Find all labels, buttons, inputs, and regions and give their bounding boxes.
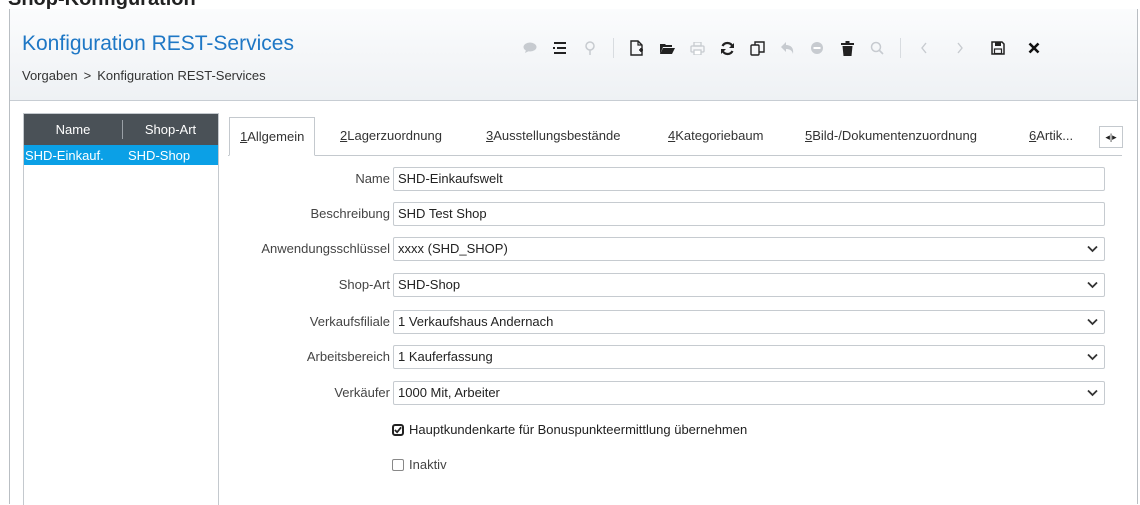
list-icon[interactable] (549, 37, 571, 59)
name-label: Name (355, 171, 390, 186)
checkbox-checked-icon (392, 423, 404, 436)
anwendungsschluessel-value: xxxx (SHD_SHOP) (398, 241, 508, 256)
refresh-icon[interactable] (716, 37, 738, 59)
column-header-shop-art[interactable]: Shop-Art (123, 114, 218, 145)
row-name: Name SHD-Einkaufswelt (228, 167, 1108, 191)
chevron-down-icon (1087, 315, 1098, 329)
tab-allgemein[interactable]: 1 Allgemein (229, 117, 316, 156)
save-icon[interactable] (987, 37, 1009, 59)
background-window-title: Shop-Konfiguration (0, 0, 1140, 9)
inaktiv-label: Inaktiv (409, 457, 447, 472)
page-header: Konfiguration REST-Services Vorgaben > Kon… (10, 9, 1137, 101)
tab-bar: 1 Allgemein 2 Lagerzuordnung 3 Ausstellu… (228, 117, 1123, 156)
column-header-name[interactable]: Name (24, 120, 123, 139)
verkaeufer-label: Verkäufer (334, 385, 390, 400)
verkaufsfiliale-value: 1 Verkaufshaus Andernach (398, 314, 554, 329)
breadcrumb-parent[interactable]: Vorgaben (22, 68, 78, 83)
tab-ausstellungsbestaende[interactable]: 3 Ausstellungsbestände (486, 117, 620, 154)
row-anwendungsschluessel: Anwendungsschlüssel xxxx (SHD_SHOP) (228, 237, 1108, 261)
verkaeufer-value: 1000 Mit, Arbeiter (398, 385, 500, 400)
shop-art-select[interactable]: SHD-Shop (393, 273, 1105, 297)
arbeitsbereich-value: 1 Kauferfassung (398, 349, 493, 364)
tab-bild-dokumentenzuordnung[interactable]: 5 Bild-/Dokumentenzuordnung (805, 117, 977, 154)
anwendungsschluessel-label: Anwendungsschlüssel (261, 241, 390, 256)
next-icon[interactable] (949, 37, 971, 59)
name-field[interactable]: SHD-Einkaufswelt (393, 167, 1105, 191)
comment-icon[interactable] (519, 37, 541, 59)
row-arbeitsbereich: Arbeitsbereich 1 Kauferfassung (228, 345, 1108, 369)
anwendungsschluessel-select[interactable]: xxxx (SHD_SHOP) (393, 237, 1105, 261)
row-verkaeufer: Verkäufer 1000 Mit, Arbeiter (228, 381, 1108, 405)
new-document-icon[interactable] (626, 37, 648, 59)
list-item-shop-art: SHD-Shop (128, 147, 191, 163)
close-icon[interactable] (1023, 37, 1045, 59)
row-beschreibung: Beschreibung SHD Test Shop (228, 202, 1108, 226)
toolbar (515, 36, 1049, 60)
prev-icon[interactable] (913, 37, 935, 59)
beschreibung-field[interactable]: SHD Test Shop (393, 202, 1105, 226)
folder-open-icon[interactable] (656, 37, 678, 59)
list-item-name: SHD-Einkauf. (25, 147, 104, 163)
verkaeufer-select[interactable]: 1000 Mit, Arbeiter (393, 381, 1105, 405)
delete-icon[interactable] (836, 37, 858, 59)
verkaufsfiliale-select[interactable]: 1 Verkaufshaus Andernach (393, 310, 1105, 334)
chevron-down-icon (1087, 278, 1098, 292)
minus-icon[interactable] (806, 37, 828, 59)
list-header: Name Shop-Art (24, 114, 218, 145)
breadcrumb: Vorgaben > Konfiguration REST-Services (22, 68, 266, 83)
toolbar-separator (613, 38, 614, 58)
copy-icon[interactable] (746, 37, 768, 59)
search-icon[interactable] (866, 37, 888, 59)
shop-art-value: SHD-Shop (398, 277, 461, 292)
page-title: Konfiguration REST-Services (22, 32, 294, 55)
print-icon[interactable] (686, 37, 708, 59)
arbeitsbereich-label: Arbeitsbereich (306, 349, 390, 364)
undo-icon[interactable] (776, 37, 798, 59)
toolbar-separator (900, 38, 901, 58)
chevron-down-icon (1087, 386, 1098, 400)
row-verkaufsfiliale: Verkaufsfiliale 1 Verkaufshaus Andernach (228, 310, 1108, 334)
tab-scroll-buttons[interactable]: ◂|▸ (1099, 126, 1123, 148)
shop-list: Name Shop-Art SHD-Einkauf. SHD-Shop (23, 113, 219, 505)
list-item[interactable]: SHD-Einkauf. SHD-Shop (24, 145, 218, 165)
tab-artik[interactable]: 6 Artik... (1029, 117, 1073, 154)
row-shop-art: Shop-Art SHD-Shop (228, 273, 1108, 297)
checkbox-unchecked-icon (392, 458, 404, 471)
breadcrumb-current: Konfiguration REST-Services (97, 68, 266, 83)
breadcrumb-separator: > (83, 68, 92, 83)
beschreibung-label: Beschreibung (310, 206, 391, 221)
verkaufsfiliale-label: Verkaufsfiliale (309, 314, 390, 329)
tab-lagerzuordnung[interactable]: 2 Lagerzuordnung (340, 117, 442, 154)
hauptkundenkarte-checkbox[interactable]: Hauptkundenkarte für Bonuspunkteermittlu… (392, 422, 747, 437)
chevron-down-icon (1087, 242, 1098, 256)
shop-art-label: Shop-Art (338, 277, 390, 292)
pin-icon[interactable] (579, 37, 601, 59)
arbeitsbereich-select[interactable]: 1 Kauferfassung (393, 345, 1105, 369)
hauptkundenkarte-label: Hauptkundenkarte für Bonuspunkteermittlu… (409, 422, 748, 437)
chevron-down-icon (1087, 350, 1098, 364)
tab-kategoriebaum[interactable]: 4 Kategoriebaum (668, 117, 763, 154)
inaktiv-checkbox[interactable]: Inaktiv (392, 457, 447, 472)
